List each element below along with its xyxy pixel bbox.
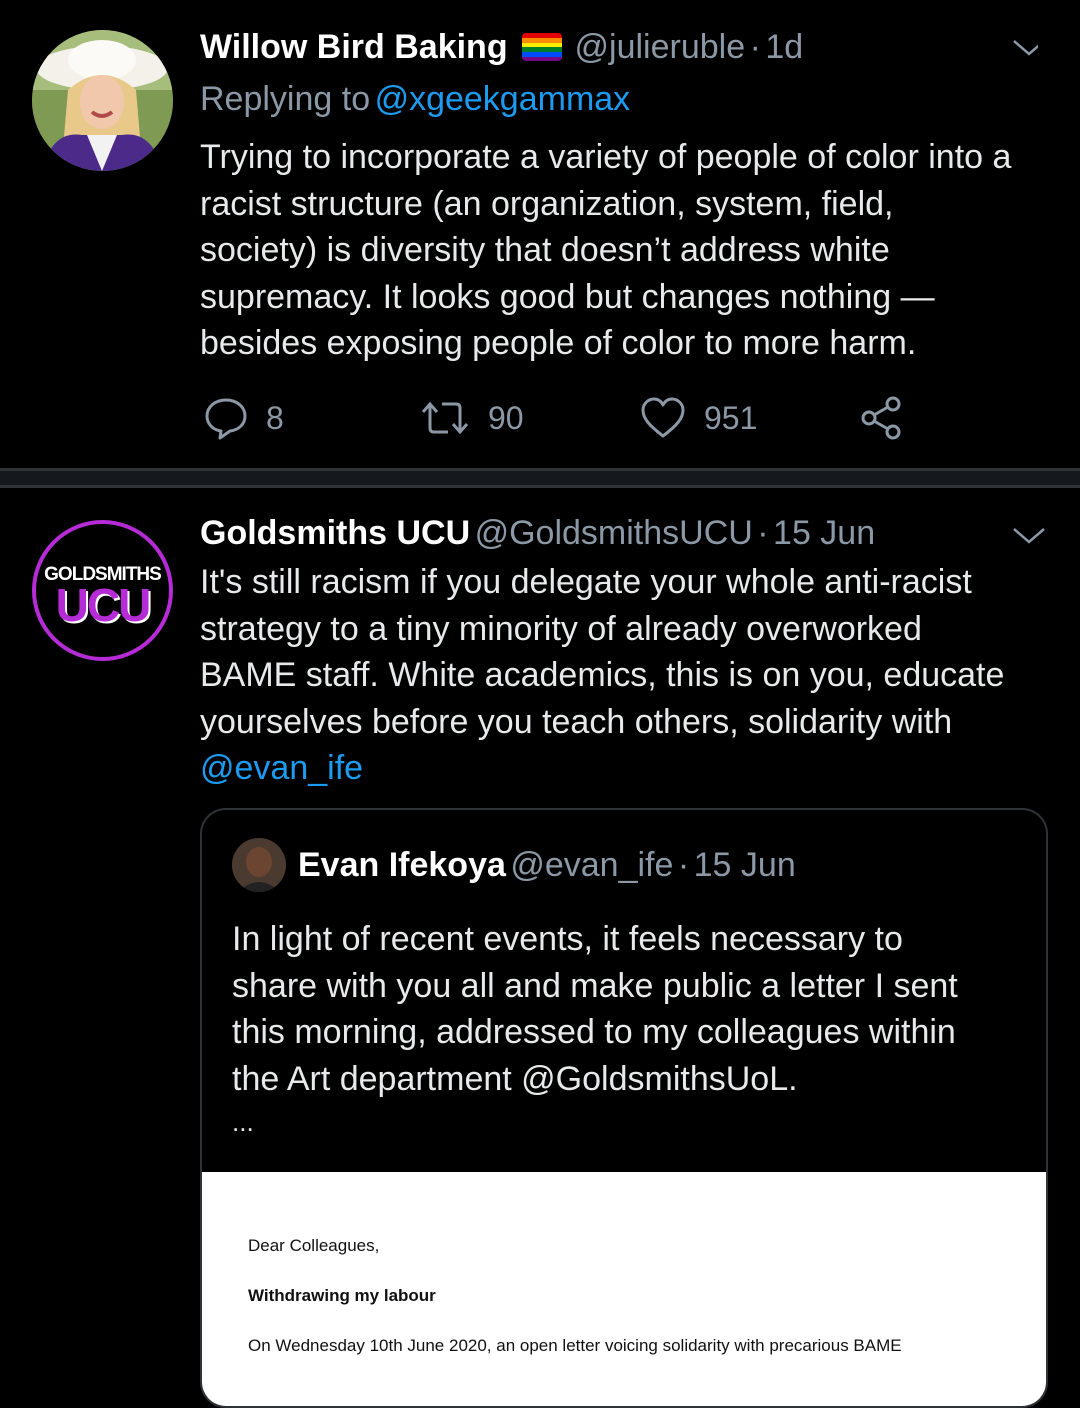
- replying-to-label: Replying to: [200, 80, 371, 118]
- text-line: BAME staff. White academics, this is on …: [200, 656, 1005, 694]
- timestamp[interactable]: 1d: [765, 28, 803, 66]
- avatar-willow[interactable]: [32, 30, 173, 171]
- mention-link[interactable]: @evan_ife: [200, 745, 1060, 792]
- retweet-icon: [421, 401, 469, 435]
- handle: @evan_ife: [510, 846, 674, 884]
- retweet-count: 90: [488, 399, 524, 436]
- rainbow-flag-icon: [522, 33, 563, 61]
- reply-icon: [205, 398, 247, 440]
- tweet-divider-inner: [0, 471, 1080, 485]
- text-line: racist structure (an organization, syste…: [200, 184, 894, 223]
- separator: ·: [677, 846, 690, 884]
- text-line: supremacy. It looks good but changes not…: [200, 277, 935, 316]
- like-count: 951: [704, 399, 758, 436]
- avatar-willow-image: [32, 30, 173, 171]
- letter-first-line: On Wednesday 10th June 2020, an open let…: [248, 1336, 902, 1355]
- text-line: It's still racism if you delegate your w…: [200, 563, 972, 601]
- timestamp[interactable]: 15 Jun: [773, 514, 875, 552]
- reply-mention-link[interactable]: @xgeekgammax: [375, 80, 631, 118]
- share-icon[interactable]: [860, 396, 904, 445]
- tweet-willow-text: Trying to incorporate a variety of peopl…: [200, 134, 1060, 367]
- text-line: the Art department @GoldsmithsUoL.: [232, 1059, 798, 1098]
- text-line: yourselves before you teach others, soli…: [200, 702, 953, 741]
- text-line: strategy to a tiny minority of already o…: [200, 609, 922, 648]
- heart-icon: [641, 397, 685, 438]
- reply-action[interactable]: 8: [204, 396, 284, 440]
- like-action[interactable]: 951: [640, 396, 757, 440]
- separator: ·: [757, 514, 769, 552]
- ellipsis: ...: [232, 1107, 254, 1137]
- letter-heading: Withdrawing my labour: [248, 1286, 436, 1305]
- quoted-tweet-text: In light of recent events, it feels nece…: [232, 916, 1032, 1142]
- separator: ·: [749, 28, 761, 66]
- avatar-text-bottom: UCU: [55, 579, 152, 631]
- retweet-action[interactable]: 90: [420, 396, 524, 440]
- text-line: society) is diversity that doesn’t addre…: [200, 231, 890, 269]
- text-line: this morning, addressed to my colleagues…: [232, 1013, 956, 1051]
- text-line: In light of recent events, it feels nece…: [232, 920, 903, 958]
- quoted-tweet-header: Evan Ifekoya @evan_ife · 15 Jun: [298, 846, 796, 885]
- display-name[interactable]: Goldsmiths UCU: [200, 514, 470, 552]
- text-line: Trying to incorporate a variety of peopl…: [200, 138, 1012, 176]
- text-line: share with you all and make public a let…: [232, 966, 958, 1005]
- avatar-goldsmiths[interactable]: GOLDSMITHS UCU: [32, 520, 173, 661]
- letter-greeting: Dear Colleagues,: [248, 1236, 380, 1255]
- tweet-goldsmiths-text: It's still racism if you delegate your w…: [200, 559, 1060, 792]
- timestamp: 15 Jun: [693, 846, 796, 884]
- display-name[interactable]: Willow Bird Baking: [200, 28, 508, 66]
- letter-image[interactable]: Dear Colleagues, Withdrawing my labour O…: [202, 1172, 1046, 1406]
- handle[interactable]: @julieruble: [575, 28, 746, 66]
- more-options-chevron-down-icon[interactable]: [1012, 34, 1045, 65]
- display-name: Evan Ifekoya: [298, 846, 506, 884]
- avatar-evan: [232, 838, 286, 892]
- tweet-goldsmiths-header: Goldsmiths UCU @GoldsmithsUCU · 15 Jun: [200, 514, 875, 553]
- tweet-willow-header: Willow Bird Baking @julieruble · 1d: [200, 28, 803, 67]
- quoted-tweet-card[interactable]: Evan Ifekoya @evan_ife · 15 Jun In light…: [200, 808, 1048, 1408]
- more-options-chevron-down-icon[interactable]: [1012, 522, 1046, 553]
- replying-to: Replying to @xgeekgammax: [200, 80, 630, 119]
- reply-count: 8: [266, 399, 284, 436]
- text-line: besides exposing people of color to more…: [200, 324, 917, 362]
- handle[interactable]: @GoldsmithsUCU: [475, 514, 753, 552]
